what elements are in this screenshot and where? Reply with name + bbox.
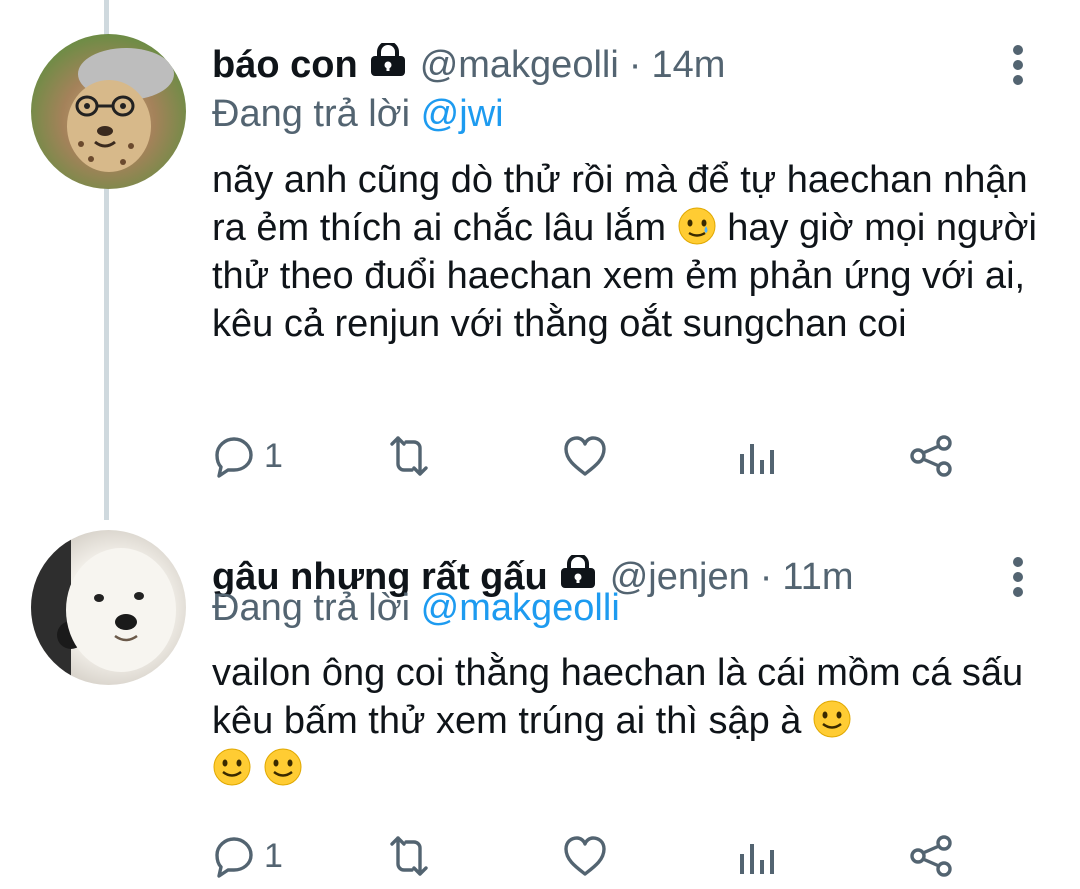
share-button[interactable] — [908, 831, 954, 881]
slightly-smiling-emoji — [212, 747, 252, 787]
reply-mention[interactable]: @makgeolli — [421, 587, 620, 629]
reply-prefix: Đang trả lời — [212, 93, 411, 135]
tweet[interactable]: báo con @makgeolli · 14m Đang trả lời @j… — [0, 0, 1080, 520]
slightly-smiling-emoji — [263, 747, 303, 787]
retweet-button[interactable] — [384, 831, 434, 881]
tweet-text: nãy anh cũng dò thử rồi mà để tự haechan… — [212, 156, 1042, 348]
reply-button[interactable]: 1 — [212, 831, 283, 881]
analytics-button[interactable] — [737, 831, 777, 881]
retweet-icon — [384, 434, 434, 478]
reply-button[interactable]: 1 — [212, 431, 283, 481]
reply-count: 1 — [264, 836, 283, 875]
smiling-tear-emoji — [677, 206, 717, 246]
avatar[interactable] — [31, 530, 186, 685]
replying-to: Đang trả lời @jwi — [212, 93, 504, 136]
timestamp[interactable]: 14m — [651, 44, 725, 87]
analytics-icon — [737, 434, 777, 478]
replying-to: Đang trả lời @makgeolli — [212, 587, 620, 630]
tweet-actions: 1 — [212, 431, 972, 481]
like-button[interactable] — [562, 831, 608, 881]
retweet-button[interactable] — [384, 431, 434, 481]
lock-icon — [368, 41, 408, 87]
retweet-icon — [384, 834, 434, 878]
reply-count: 1 — [264, 436, 283, 475]
white-dog-avatar-image — [31, 530, 176, 685]
share-icon — [908, 834, 954, 878]
tweet-text-part: vailon ông coi thằng haechan là cái mồm … — [212, 652, 1024, 742]
tweet-header: báo con @makgeolli · 14m — [212, 40, 725, 90]
handle[interactable]: @makgeolli — [420, 44, 619, 87]
separator-dot: · — [628, 43, 642, 86]
share-button[interactable] — [908, 431, 954, 481]
tweet-text: vailon ông coi thằng haechan là cái mồm … — [212, 649, 1042, 793]
analytics-icon — [737, 834, 777, 878]
timestamp[interactable]: 11m — [782, 556, 853, 599]
more-icon[interactable] — [1008, 552, 1028, 602]
reply-prefix: Đang trả lời — [212, 587, 411, 629]
tweet-actions: 1 — [212, 831, 972, 881]
like-icon — [562, 434, 608, 478]
analytics-button[interactable] — [737, 431, 777, 481]
separator-dot: · — [759, 555, 773, 598]
share-icon — [908, 434, 954, 478]
cheetah-cub-avatar-image — [67, 48, 174, 172]
like-button[interactable] — [562, 431, 608, 481]
reply-icon — [212, 834, 256, 878]
tweet[interactable]: gâu nhưng rất gấu @jenjen · 11m Đang trả… — [0, 520, 1080, 889]
slightly-smiling-emoji — [812, 699, 852, 739]
like-icon — [562, 834, 608, 878]
display-name[interactable]: báo con — [212, 44, 358, 87]
more-icon[interactable] — [1008, 40, 1028, 90]
handle[interactable]: @jenjen — [610, 556, 750, 599]
reply-icon — [212, 434, 256, 478]
avatar[interactable] — [31, 34, 186, 189]
reply-mention[interactable]: @jwi — [421, 93, 504, 135]
